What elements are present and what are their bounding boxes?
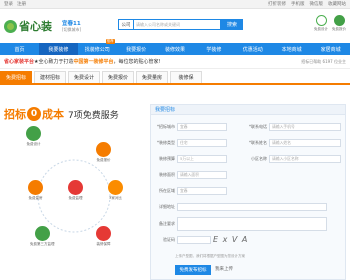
phone-input[interactable]: 请输入手机号 — [269, 123, 341, 131]
region-select[interactable]: 宜春 — [177, 187, 227, 195]
tab-material-bid[interactable]: 建材招标 — [34, 71, 66, 83]
banner-highlight: 中国第一装修平台 — [73, 59, 114, 65]
name-label: *联系姓名 — [249, 140, 267, 145]
nav-find-company[interactable]: 找装修公司 推荐 — [78, 39, 117, 55]
search-button[interactable]: 搜索 — [221, 19, 243, 30]
quote-icon — [96, 142, 111, 157]
budget-label: 装修预算 — [159, 156, 175, 161]
search-type-select[interactable]: 公司 — [118, 19, 133, 30]
nav-home-mall[interactable]: 家居商城 — [311, 43, 350, 55]
service-item: 3家对比 — [108, 180, 123, 201]
type-label: *装修类型 — [157, 140, 175, 145]
discount-link[interactable]: 打折装修 — [268, 1, 286, 7]
tab-free-bid[interactable]: 免费招标 — [0, 71, 32, 83]
tab-free-quote[interactable]: 免费报价 — [102, 71, 134, 83]
tab-free-measure[interactable]: 免费量房 — [136, 71, 168, 83]
site-logo[interactable]: 省心装 — [4, 18, 52, 34]
city-name: 宜春11 — [62, 21, 81, 27]
bid-form: 我要招标 *招标城市 宜春 *联系电话 请输入手机号 *装修类型 住宅 *联系姓… — [150, 104, 346, 280]
community-input[interactable]: 请输入小区名称 — [269, 155, 341, 163]
remark-label: 备注要求 — [159, 221, 175, 226]
nav-offers[interactable]: 优惠活动 — [233, 43, 272, 55]
banner-stat: 招标已帮助 6197 位业主 — [301, 58, 346, 64]
banner-mid: ★全心致力于打造 — [34, 59, 74, 65]
captcha-image[interactable]: E x V A — [213, 235, 248, 244]
type-select[interactable]: 住宅 — [177, 139, 227, 147]
submit-bid-button[interactable]: 免费发布招标 — [175, 265, 211, 275]
search-bar: 公司 请输入公司名称或关键词 搜索 — [118, 19, 243, 30]
header: 省心装 宜春11 [切换城市] 公司 请输入公司名称或关键词 搜索 免费设计 免… — [0, 9, 350, 43]
mobile-link[interactable]: 手机版 — [291, 1, 305, 7]
compare-icon — [108, 180, 123, 195]
logo-icon — [4, 19, 17, 33]
address-input[interactable] — [177, 203, 327, 211]
login-link[interactable]: 登录 — [4, 1, 13, 7]
area-input[interactable]: 请输入面积 — [177, 171, 227, 179]
captcha-input[interactable] — [177, 236, 211, 244]
service-item: 免费报价 — [96, 142, 111, 163]
region-label: 所在区域 — [159, 188, 175, 193]
phone-label: *联系电话 — [249, 124, 267, 129]
promo-zero: 0 — [27, 107, 41, 121]
city-selector[interactable]: 宜春11 [切换城市] — [62, 19, 81, 33]
tab-guarantee[interactable]: 装修保 — [170, 71, 202, 83]
promo-post: 成本 — [42, 108, 64, 121]
nav-decorate[interactable]: 我要装修 — [38, 43, 78, 55]
top-bar: 登录 注册 打折装修 手机版 微信版 收藏网站 — [0, 0, 350, 9]
name-input[interactable]: 请输入姓名 — [269, 139, 341, 147]
bookmark-link[interactable]: 收藏网站 — [328, 1, 346, 7]
guarantee-icon — [96, 226, 111, 241]
services-ring — [37, 159, 111, 233]
promo-service: 7项免费服务 — [68, 110, 119, 121]
supervision-icon — [68, 180, 83, 195]
design-icon — [315, 15, 327, 26]
banner-post: ，每位您的贴心管家! — [113, 59, 161, 65]
remark-textarea[interactable] — [177, 217, 327, 231]
design-icon — [26, 126, 41, 141]
measure-icon — [28, 180, 43, 195]
logo-text: 省心装 — [19, 20, 52, 33]
search-input[interactable]: 请输入公司名称或关键词 — [133, 19, 221, 30]
form-title: 我要招标 — [151, 105, 345, 115]
wechat-link[interactable]: 微信版 — [310, 1, 324, 7]
main-nav: 首页 我要装修 找装修公司 推荐 我要报价 装修效果 学装修 优惠活动 本地商城 … — [0, 39, 350, 55]
promo-pre: 招标 — [4, 108, 26, 121]
service-tabs: 免费招标 建材招标 免费设计 免费报价 免费量房 装修保 — [0, 71, 350, 85]
banner-pre: 省心家装平台 — [4, 59, 35, 65]
quote-icon — [333, 15, 345, 26]
free-design-label: 免费设计 — [314, 27, 328, 31]
promo-headline: 招标 0 成本 7项免费服务 — [4, 106, 119, 122]
promo-banner: 省心家装平台 ★全心致力于打造 中国第一装修平台 ，每位您的贴心管家! 招标已帮… — [0, 55, 350, 69]
free-design-shortcut[interactable]: 免费设计 — [314, 15, 328, 32]
recommend-badge: 推荐 — [105, 39, 115, 44]
service-item: 免费监理 — [68, 180, 83, 201]
upload-link[interactable]: 我来上传 — [215, 266, 233, 272]
free-quote-label: 免费报价 — [332, 27, 346, 31]
service-item: 装修保障 — [96, 226, 111, 247]
nav-learn[interactable]: 学装修 — [194, 43, 233, 55]
city-label: *招标城市 — [157, 124, 175, 129]
service-item: 免费量房 — [28, 180, 43, 201]
service-item: 免费第三方监理 — [30, 226, 55, 247]
captcha-label: 验证码 — [163, 237, 175, 242]
register-link[interactable]: 注册 — [17, 1, 26, 7]
nav-effects[interactable]: 装修效果 — [156, 43, 195, 55]
nav-home[interactable]: 首页 — [0, 43, 39, 55]
nav-quote[interactable]: 我要报价 — [117, 43, 156, 55]
budget-select[interactable]: 5万以上 — [177, 155, 227, 163]
area-label: 装修面积 — [159, 172, 175, 177]
city-switch[interactable]: [切换城市] — [62, 27, 81, 33]
third-party-icon — [34, 226, 50, 241]
free-quote-shortcut[interactable]: 免费报价 — [332, 15, 346, 32]
tab-free-design[interactable]: 免费设计 — [68, 71, 100, 83]
services-circle: 免费设计 免费报价 免费量房 免费监理 3家对比 免费第三方监理 装修保障 — [20, 126, 128, 276]
nav-local-mall[interactable]: 本地商城 — [272, 43, 311, 55]
service-item: 免费设计 — [26, 126, 41, 147]
upload-note: 上传户型图，我们将根据户型图为您设计方案 — [175, 254, 245, 258]
community-label: 小区名称 — [251, 156, 267, 161]
main-content: 招标 0 成本 7项免费服务 免费设计 免费报价 免费量房 免费监理 3家对比 — [0, 90, 350, 280]
address-label: 详细地址 — [159, 204, 175, 209]
city-field[interactable]: 宜春 — [177, 123, 227, 131]
